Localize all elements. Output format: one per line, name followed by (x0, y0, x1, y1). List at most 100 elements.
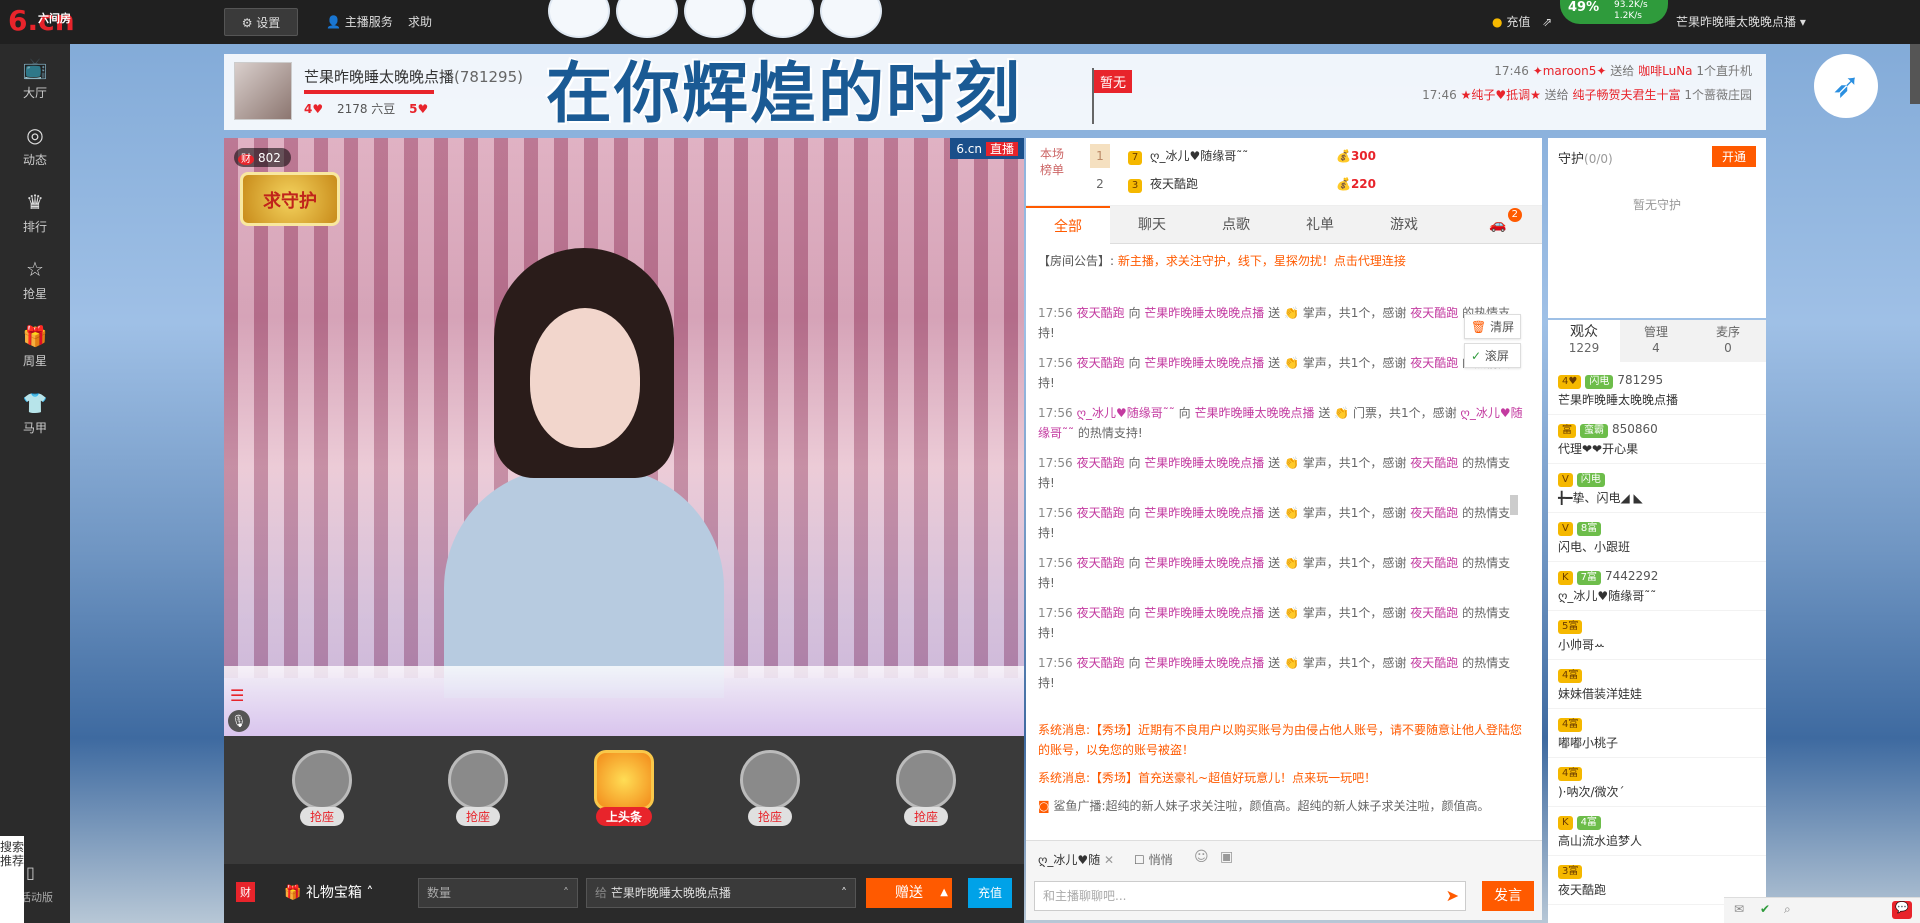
tab-all[interactable]: 全部 (1026, 206, 1110, 244)
chevron-down-icon: ▾ (1799, 15, 1806, 29)
headline-flag[interactable]: 暂无 (1094, 70, 1133, 93)
chevron-up-icon[interactable]: ˄ (563, 879, 569, 907)
sidebar-item-week-star[interactable]: 🎁 周星 (0, 312, 70, 379)
share-icon[interactable]: ⇗ (1542, 15, 1552, 29)
car-icon[interactable]: 🚗 2 (1456, 206, 1540, 244)
close-icon[interactable]: ✕ (1104, 853, 1114, 867)
sidebar-item-dynamic[interactable]: ◎ 动态 (0, 111, 70, 178)
clear-screen-button[interactable]: 🗑 清屏 (1464, 314, 1522, 339)
anchor-service-link[interactable]: 👤 主播服务 (326, 8, 393, 36)
top-username[interactable]: 芒果昨晚睡太晚晚点播 ▾ (1676, 8, 1806, 36)
bubble-5[interactable] (820, 0, 882, 38)
mic-icon[interactable]: 🎙 (228, 710, 250, 732)
audience-panel: 观众 1229 管理 4 麦序 0 4♥ 闪电 781295 芒果昨晚睡太晚晚点播富蛮霸 85… (1548, 320, 1766, 923)
sidebar-item-vest[interactable]: 👕 马甲 (0, 379, 70, 446)
whisper-checkbox[interactable]: ☐ 悄悄 (1134, 851, 1173, 868)
anchor-video-figure (444, 248, 724, 698)
bird-icon[interactable]: ➶ (1814, 54, 1878, 118)
scroll-screen-button[interactable]: ✓ 滚屏 (1464, 343, 1522, 368)
wealth-icon[interactable]: 财 (236, 882, 255, 902)
settings-button[interactable]: ⚙ 设置 (224, 8, 298, 36)
guard-panel: 守护(0/0) 开通 暂无守护 (1548, 138, 1766, 318)
seat-4[interactable]: 抢座 (878, 750, 974, 850)
image-icon[interactable]: ▣ (1220, 849, 1233, 865)
rank-row-1[interactable]: 1 7 ღ_冰儿♥随缘哥˜˜ 💰300 (1090, 144, 1376, 168)
wealth-count-badge: 财 802 (234, 148, 291, 167)
tab-song[interactable]: 点歌 (1194, 206, 1278, 244)
rank-label[interactable]: 本场榜单 (1040, 146, 1068, 178)
post-button[interactable]: 发言 (1482, 881, 1534, 911)
emoji-icon[interactable]: ☺ (1194, 849, 1209, 865)
room-header: 芒果昨晚睡太晚晚点播(781295) 4♥ 2178 六豆 5♥ 在你辉煌的时刻… (224, 54, 1766, 130)
seat-3[interactable]: 抢座 (722, 750, 818, 850)
anchor-avatar[interactable] (234, 62, 292, 120)
help-link[interactable]: 求助 (408, 8, 432, 36)
chat-tabs: 全部 聊天 点歌 礼单 游戏 🚗 2 (1026, 206, 1542, 244)
recharge-button[interactable]: 充值 (968, 878, 1012, 908)
level-badge: 4富 (1558, 718, 1583, 732)
logo-subtitle: 六间房 (38, 12, 71, 25)
gift-recipient-select[interactable]: 给 芒果昨晚睡太晚晚点播 ˄ (586, 878, 856, 908)
guard-badge[interactable]: 求守护 (240, 172, 340, 226)
anchor-level-bar (304, 90, 434, 94)
send-gift-button[interactable]: 赠送 ▲ (866, 878, 952, 908)
page-scrollbar[interactable] (1910, 44, 1920, 104)
heart-right: 5♥ (409, 102, 429, 116)
search-recommend[interactable]: 搜索推荐 (0, 836, 24, 923)
check-circle-icon[interactable]: ✔ (1760, 902, 1770, 916)
mobile-icon[interactable]: ▯ (26, 863, 35, 882)
compass-icon: ◎ (26, 123, 44, 147)
tab-admin[interactable]: 管理 4 (1620, 320, 1692, 362)
menu-icon[interactable]: ☰ (230, 686, 244, 705)
gift-box-button[interactable]: 🎁 礼物宝箱 ˄ (284, 882, 373, 902)
activity-version[interactable]: 活动版 (20, 889, 53, 905)
tab-mic-order[interactable]: 麦序 0 (1692, 320, 1764, 362)
session-rank: 本场榜单 1 7 ღ_冰儿♥随缘哥˜˜ 💰300 2 3 夜天酷跑 💰220 (1026, 138, 1542, 206)
audience-item[interactable]: 富蛮霸 850860 代理❤❤开心果 (1548, 415, 1766, 464)
site-logo[interactable]: 6.cn 六间房 (8, 6, 75, 36)
sidebar-item-rank[interactable]: ♛ 排行 (0, 178, 70, 245)
tab-gift-list[interactable]: 礼单 (1278, 206, 1362, 244)
bubble-2[interactable] (616, 0, 678, 38)
audience-item[interactable]: K 4富 高山流水追梦人 (1548, 807, 1766, 856)
quantity-input[interactable]: 数量 ˄ (418, 878, 578, 908)
chat-input[interactable]: 和主播聊聊吧... ➤ (1034, 881, 1466, 911)
audience-item[interactable]: V 8富 闪电、小跟班 (1548, 513, 1766, 562)
collapse-handle[interactable] (1510, 495, 1518, 515)
seat-1[interactable]: 抢座 (274, 750, 370, 850)
bubble-4[interactable] (752, 0, 814, 38)
seat-avatar-icon (448, 750, 508, 810)
send-plane-icon[interactable]: ➤ (1446, 882, 1459, 910)
search-icon[interactable]: ⌕ (1784, 902, 1791, 917)
mail-icon[interactable]: ✉ (1734, 902, 1744, 916)
audience-item[interactable]: 5富 小帅哥ꕀ (1548, 611, 1766, 660)
tab-audience[interactable]: 观众 1229 (1548, 320, 1620, 362)
network-speed-widget[interactable]: 49% 93.2K/s 1.2K/s (1560, 0, 1668, 24)
sidebar-item-grab-star[interactable]: ☆ 抢星 (0, 245, 70, 312)
room-stats: 4♥ 2178 六豆 5♥ (304, 100, 428, 117)
chevron-up-icon[interactable]: ˄ (841, 879, 847, 907)
star-icon (594, 750, 654, 810)
audience-item[interactable]: 4富)·呐次/微次ˊ (1548, 758, 1766, 807)
seat-2[interactable]: 抢座 (430, 750, 526, 850)
chat-bubble-icon[interactable]: 💬 (1892, 901, 1912, 919)
sidebar-item-hall[interactable]: 📺 大厅 (0, 44, 70, 111)
video-player[interactable]: 财 802 求守护 6.cn 直播 ☰ 🎙 (224, 138, 1024, 736)
chat-target-user[interactable]: ღ_冰儿♥随 ✕ (1038, 851, 1114, 868)
top-recharge-link[interactable]: ● 充值 ⇗ (1492, 8, 1552, 36)
tab-chat[interactable]: 聊天 (1110, 206, 1194, 244)
tab-game[interactable]: 游戏 (1362, 206, 1446, 244)
bubble-1[interactable] (548, 0, 610, 38)
chat-message: 17:56 夜天酷跑 向 芒果昨晚睡太晚晚点播 送 👏 掌声，共1个，感谢 夜天酷… (1038, 606, 1511, 640)
caret-up-icon[interactable]: ▲ (940, 878, 948, 908)
audience-item[interactable]: 4富 嘟嘟小桃子 (1548, 709, 1766, 758)
audience-item[interactable]: V 闪电 ╋━挚、闪电◢ ◣ (1548, 464, 1766, 513)
audience-item[interactable]: K 7富 7442292 ღ_冰儿♥随缘哥˜˜ (1548, 562, 1766, 611)
audience-item[interactable]: 4♥ 闪电 781295 芒果昨晚睡太晚晚点播 (1548, 366, 1766, 415)
bubble-3[interactable] (684, 0, 746, 38)
open-guard-button[interactable]: 开通 (1711, 146, 1756, 167)
headline-seat[interactable]: 上头条 (576, 750, 672, 850)
shirt-icon: 👕 (22, 391, 48, 415)
audience-item[interactable]: 4富 妹妹借装洋娃娃 (1548, 660, 1766, 709)
rank-row-2[interactable]: 2 3 夜天酷跑 💰220 (1090, 172, 1376, 196)
